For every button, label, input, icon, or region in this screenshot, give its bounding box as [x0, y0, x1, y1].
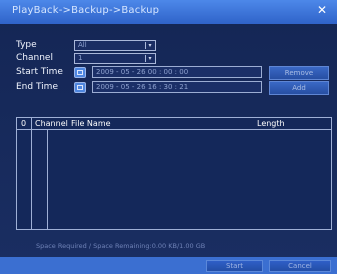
- type-label: Type: [16, 40, 37, 50]
- close-icon[interactable]: ✕: [315, 3, 329, 17]
- start-time-label: Start Time: [16, 67, 63, 77]
- cancel-button[interactable]: Cancel: [269, 260, 331, 272]
- type-value: All: [78, 41, 87, 49]
- backup-dialog: PlayBack->Backup->Backup ✕ Type All ▾ Ch…: [0, 0, 337, 274]
- start-button[interactable]: Start: [206, 260, 263, 272]
- channel-select[interactable]: 1 ▾: [74, 53, 156, 64]
- space-status: Space Required / Space Remaining:0.00 KB…: [36, 242, 206, 250]
- header-channel: Channel: [35, 119, 68, 128]
- column-divider: [31, 118, 32, 229]
- window-title: PlayBack->Backup->Backup: [12, 5, 160, 16]
- header-select-all[interactable]: 0: [21, 119, 26, 128]
- type-select[interactable]: All ▾: [74, 40, 156, 51]
- end-time-label: End Time: [16, 82, 58, 92]
- channel-label: Channel: [16, 53, 53, 63]
- channel-value: 1: [78, 54, 83, 62]
- title-bar: PlayBack->Backup->Backup ✕: [0, 0, 337, 24]
- start-time-field[interactable]: 2009 - 05 - 26 00 : 00 : 00: [92, 66, 262, 78]
- remove-button[interactable]: Remove: [269, 66, 329, 80]
- add-button[interactable]: Add: [269, 81, 329, 95]
- chevron-down-icon: ▾: [145, 42, 154, 49]
- calendar-icon[interactable]: [74, 67, 86, 78]
- end-time-field[interactable]: 2009 - 05 - 26 16 : 30 : 21: [92, 81, 262, 93]
- header-length: Length: [257, 119, 285, 128]
- header-file-name: File Name: [71, 119, 111, 128]
- calendar-icon[interactable]: [74, 82, 86, 93]
- file-table[interactable]: 0 Channel File Name Length: [16, 117, 332, 230]
- column-divider: [47, 130, 48, 229]
- chevron-down-icon: ▾: [145, 55, 154, 62]
- table-header: 0 Channel File Name Length: [17, 118, 331, 130]
